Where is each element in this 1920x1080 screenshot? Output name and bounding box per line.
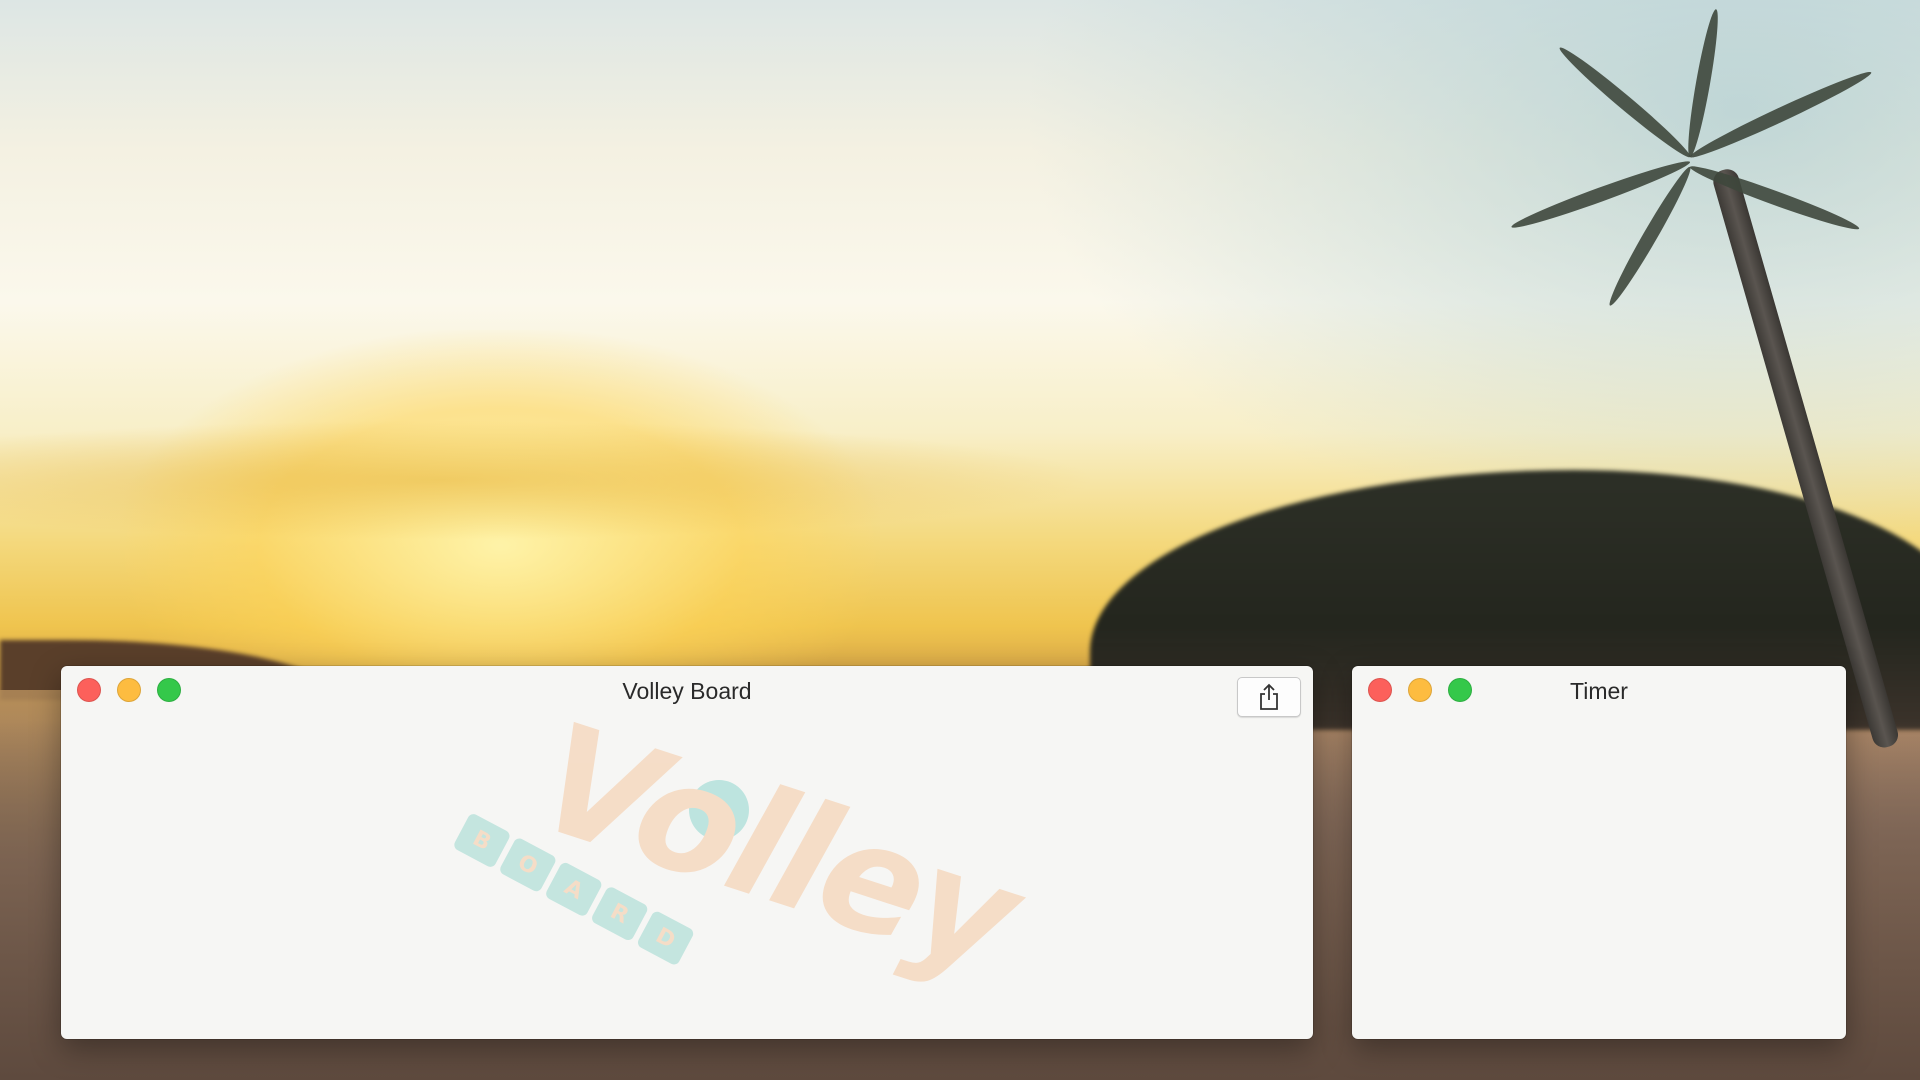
share-icon [1260, 683, 1278, 710]
timer-titlebar[interactable]: Timer [1352, 666, 1846, 714]
timer-content [1352, 714, 1846, 1039]
volley-board-titlebar[interactable]: Volley Board [61, 666, 1313, 717]
volley-board-logo: Volley B O A R D [452, 691, 1035, 1032]
logo-tile: D [635, 909, 696, 967]
cloud-band [0, 420, 1100, 540]
share-button[interactable] [1237, 677, 1301, 717]
logo-wordmark: Volley [518, 691, 1035, 1007]
volley-board-content: Volley B O A R D [61, 691, 1313, 1039]
window-title: Volley Board [622, 678, 752, 704]
timer-window[interactable]: Timer [1352, 666, 1846, 1039]
window-title: Timer [1570, 678, 1628, 704]
volley-board-window[interactable]: Volley Board Volley B O A R D [61, 666, 1313, 1039]
